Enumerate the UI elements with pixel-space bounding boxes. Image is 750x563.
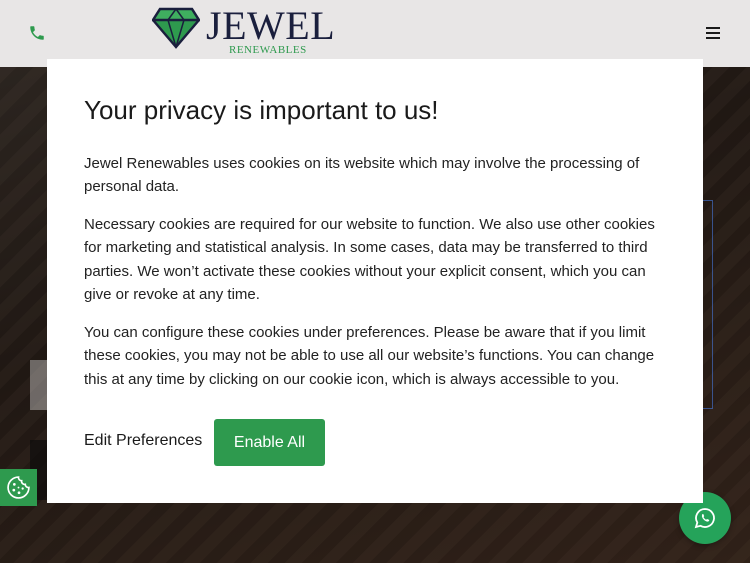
dialog-paragraph-necessary: Necessary cookies are required for our w…: [84, 216, 655, 304]
dialog-paragraph-intro: Jewel Renewables uses cookies on its web…: [84, 155, 640, 196]
enable-all-button[interactable]: Enable All: [214, 419, 325, 466]
jewel-renewables-logo[interactable]: JEWEL RENEWABLES: [152, 4, 335, 58]
dialog-paragraph-configure: You can configure these cookies under pr…: [84, 324, 655, 388]
edit-preferences-link[interactable]: Edit Preferences: [84, 432, 202, 450]
dialog-title: Your privacy is important to us!: [84, 95, 439, 125]
site-header: JEWEL RENEWABLES: [0, 0, 750, 67]
hamburger-menu-icon[interactable]: [706, 27, 720, 39]
logo-subtitle: RENEWABLES: [229, 44, 307, 56]
hero-outline-box: [703, 200, 713, 409]
diamond-logo-icon: [152, 7, 200, 49]
phone-icon[interactable]: [28, 24, 46, 42]
cookie-icon: [7, 476, 30, 499]
whatsapp-icon: [694, 508, 715, 529]
privacy-consent-dialog: Your privacy is important to us! Jewel R…: [47, 59, 703, 503]
cookie-settings-button[interactable]: [0, 469, 37, 506]
logo-wordmark: JEWEL: [206, 3, 336, 48]
